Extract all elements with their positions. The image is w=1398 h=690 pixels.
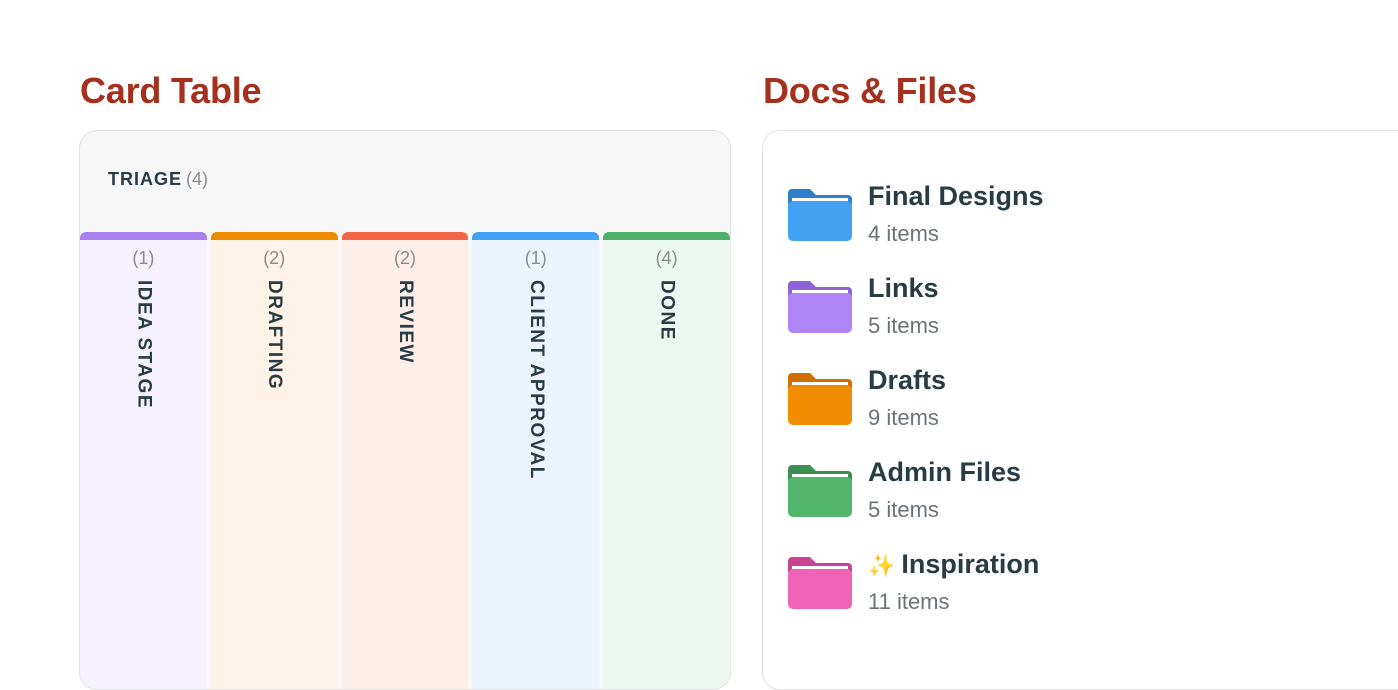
column-count: (1) — [524, 248, 547, 268]
column-label: CLIENT APPROVAL — [525, 280, 547, 480]
triage-count: (4) — [186, 169, 209, 189]
folder-item-count: 11 items — [868, 589, 950, 614]
folder-final-designs[interactable]: Final Designs 4 items — [788, 171, 1288, 246]
folder-item-count: 5 items — [868, 313, 939, 338]
column-done[interactable]: (4) DONE — [603, 232, 730, 689]
folder-item-count: 4 items — [868, 221, 939, 246]
column-client-approval[interactable]: (1) CLIENT APPROVAL — [472, 232, 600, 689]
docs-files-panel[interactable]: Final Designs 4 items Links 5 items Draf… — [762, 130, 1398, 690]
card-table-title[interactable]: Card Table — [80, 70, 262, 112]
folder-name: Final Designs — [868, 181, 1044, 211]
folder-icon-orange — [788, 373, 852, 425]
column-review[interactable]: (2) REVIEW — [341, 232, 469, 689]
folder-icon-purple — [788, 281, 852, 333]
folder-item-count: 9 items — [868, 405, 939, 430]
folder-name: Links — [868, 273, 939, 303]
column-idea-stage[interactable]: (1) IDEA STAGE — [80, 232, 207, 689]
folder-inspiration[interactable]: ✨ Inspiration 11 items — [788, 539, 1288, 614]
folder-links[interactable]: Links 5 items — [788, 263, 1288, 338]
sparkles-icon: ✨ — [868, 553, 896, 578]
folder-name-row: ✨ Inspiration — [868, 549, 1039, 580]
column-label: IDEA STAGE — [133, 280, 155, 410]
folder-item-count: 5 items — [868, 497, 939, 522]
column-count: (2) — [263, 248, 286, 268]
column-label: REVIEW — [394, 280, 416, 364]
folder-name: Admin Files — [868, 457, 1022, 487]
folder-name: Inspiration — [901, 549, 1040, 579]
folder-name: Drafts — [868, 365, 947, 395]
folder-icon-green — [788, 465, 852, 517]
column-count: (1) — [132, 248, 155, 268]
card-columns: (1) IDEA STAGE (2) DRAFTING (2) REVIEW (… — [80, 232, 730, 689]
column-label: DONE — [656, 280, 678, 341]
triage-label: TRIAGE — [108, 169, 183, 189]
column-count: (2) — [393, 248, 416, 268]
column-label: DRAFTING — [264, 280, 286, 391]
column-count: (4) — [655, 248, 678, 268]
folder-drafts[interactable]: Drafts 9 items — [788, 355, 1288, 430]
docs-files-title[interactable]: Docs & Files — [763, 70, 977, 112]
folder-icon-pink — [788, 557, 852, 609]
folder-icon-blue — [788, 189, 852, 241]
column-drafting[interactable]: (2) DRAFTING — [210, 232, 338, 689]
triage-header[interactable]: TRIAGE (4) — [108, 169, 208, 190]
folder-admin-files[interactable]: Admin Files 5 items — [788, 447, 1288, 522]
card-table-panel[interactable]: TRIAGE (4) (1) IDEA STAGE (2) DRAFTING (2… — [79, 130, 731, 690]
